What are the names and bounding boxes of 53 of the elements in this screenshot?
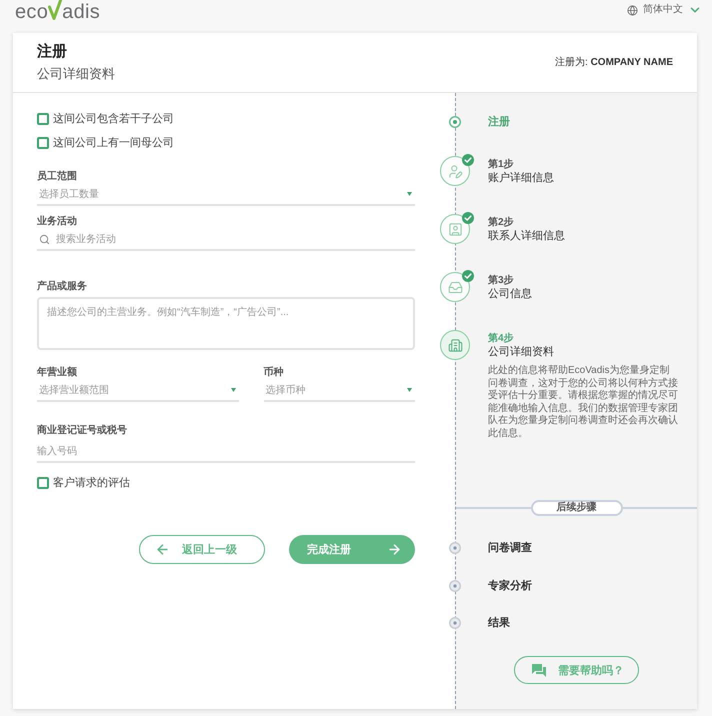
building-icon	[448, 338, 462, 352]
checkbox[interactable]	[37, 113, 49, 125]
checkbox-label: 这间公司包含若干子公司	[53, 112, 174, 126]
field-label: 员工范围	[37, 171, 77, 183]
search-field[interactable]: 搜索业务活动	[37, 229, 415, 251]
step-number: 第2步	[488, 217, 514, 229]
search-icon	[39, 234, 50, 245]
field-label: 年营业额	[37, 367, 77, 379]
step-number: 第4步	[488, 333, 514, 345]
step-title: 公司信息	[488, 287, 532, 301]
field-label: 产品或服务	[37, 281, 87, 293]
logo-text: adis	[62, 3, 100, 22]
field-label: 业务活动	[37, 216, 77, 228]
step-label: 问卷调查	[488, 542, 532, 554]
registered-as-text: 注册为: COMPANY NAME	[555, 56, 673, 68]
input-field[interactable]: 输入号码	[37, 441, 415, 463]
inbox-icon	[448, 280, 462, 294]
chat-icon	[532, 664, 546, 676]
field-label: 币种	[264, 367, 284, 379]
section-label: 后续步骤	[530, 500, 622, 516]
dropdown-field[interactable]: 选择币种	[264, 380, 415, 402]
caret-icon	[407, 192, 412, 196]
step-number: 第1步	[488, 159, 514, 171]
dropdown-field[interactable]: 选择营业额范围	[37, 380, 239, 402]
checkbox-label: 这间公司上有一间母公司	[53, 136, 174, 150]
step-label: 注册	[488, 116, 510, 128]
finish-button[interactable]: 完成注册	[289, 535, 415, 564]
step-label: 结果	[488, 617, 510, 629]
globe-icon	[627, 4, 638, 16]
dropdown-field[interactable]: 选择员工数量	[37, 184, 415, 206]
field-label: 商业登记证号或税号	[37, 425, 127, 437]
back-button[interactable]: 返回上一级	[139, 535, 265, 564]
caret-icon	[230, 388, 236, 392]
checkbox[interactable]	[37, 137, 49, 149]
language-selector[interactable]: 简体中文	[643, 4, 683, 16]
page-title: 注册	[37, 43, 67, 61]
checkbox-label: 客户请求的评估	[53, 476, 130, 490]
contact-card-icon	[448, 222, 462, 236]
checkbox[interactable]	[37, 477, 49, 489]
arrow-right-icon	[387, 542, 402, 557]
text-area[interactable]: 描述您公司的主营业务。例如“汽车制造”，“广告公司”...	[37, 297, 415, 350]
step-number: 第3步	[488, 275, 514, 287]
step-label: 专家分析	[488, 580, 532, 592]
step-description: 此处的信息将帮助EcoVadis为您量身定制问卷调查，这对于您的公司将以何种方式接受评估十分重要。请根据您掌握的情况尽可能准确地输入信息。我们的数据管理专家团队在为您量身定制问卷调查时还会再次确认此信息。	[488, 365, 679, 440]
step-title: 联系人详细信息	[488, 229, 565, 243]
caret-icon	[407, 388, 412, 392]
user-edit-icon	[448, 164, 462, 178]
page-subtitle: 公司详细资料	[37, 66, 115, 82]
step-title: 账户详细信息	[488, 171, 554, 185]
help-button[interactable]: 需要帮助吗？	[514, 656, 639, 684]
step-title: 公司详细资料	[488, 345, 554, 359]
logo-text: eco	[15, 3, 48, 22]
logo-check-icon	[48, 0, 62, 20]
